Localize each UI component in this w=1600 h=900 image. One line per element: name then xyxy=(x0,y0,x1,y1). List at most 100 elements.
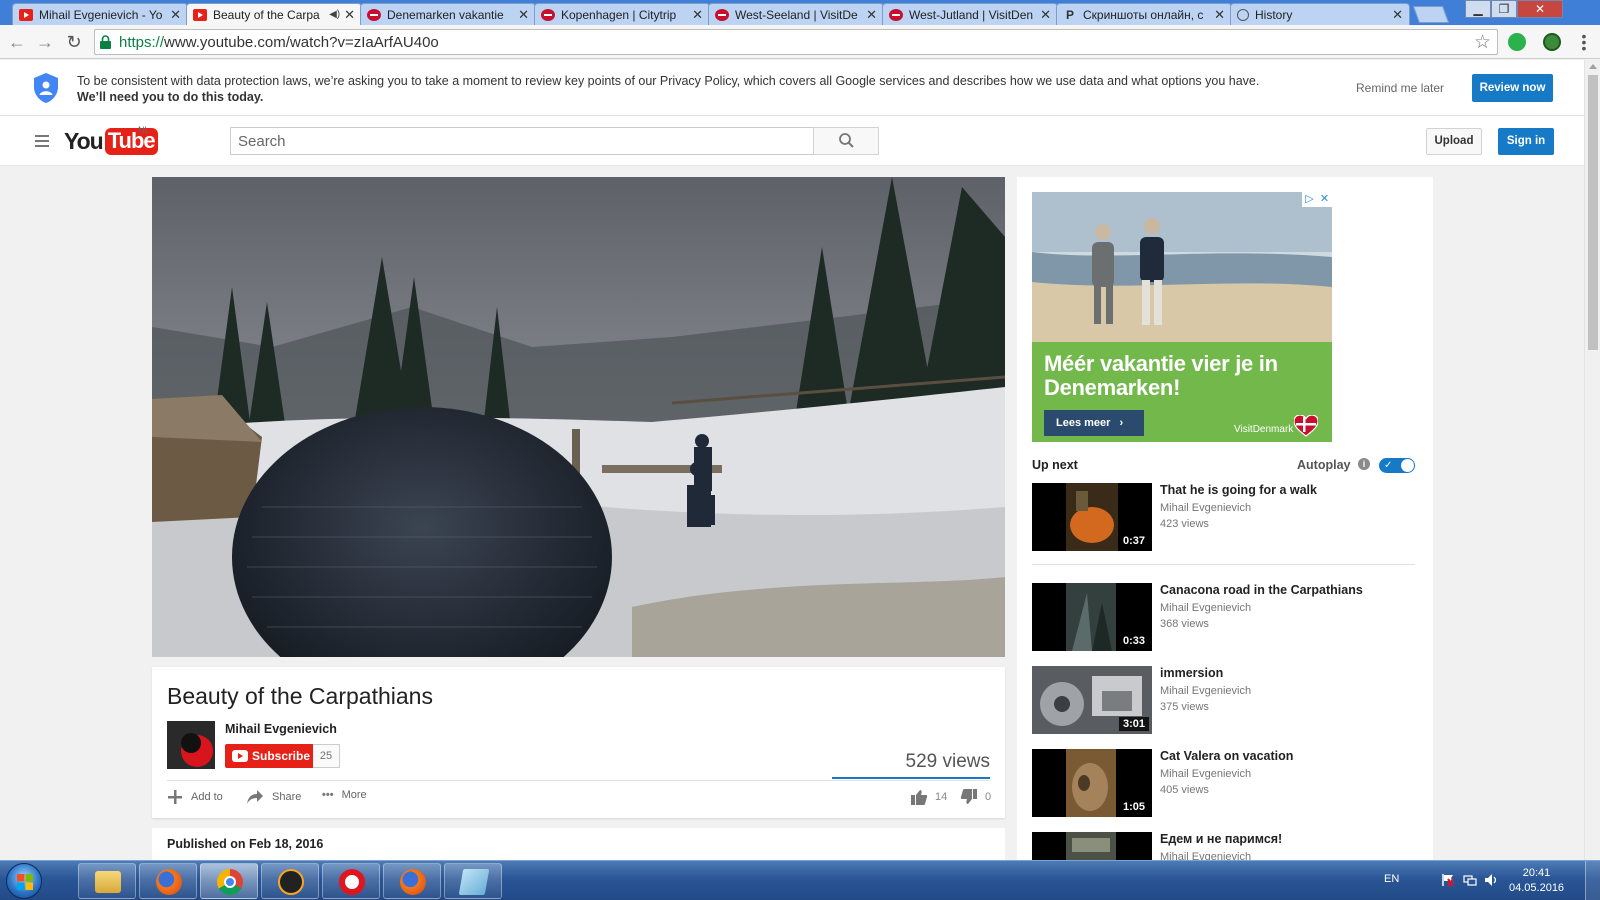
video-duration: 1:05 xyxy=(1118,800,1149,814)
video-player[interactable] xyxy=(152,177,1005,657)
recommended-video-title[interactable]: Cat Valera on vacation xyxy=(1160,749,1293,763)
hamburger-menu-icon[interactable] xyxy=(35,135,49,150)
like-ratio-bar xyxy=(832,777,990,779)
lock-icon xyxy=(100,35,111,49)
tab-title: Скриншоты онлайн, с xyxy=(1083,7,1204,22)
search-button[interactable] xyxy=(813,127,879,155)
restore-window-button[interactable]: ❐ xyxy=(1491,0,1517,18)
windows-taskbar: EN 20:41 04.05.2016 xyxy=(0,860,1600,900)
taskbar-chrome[interactable] xyxy=(200,863,258,899)
action-center-flag-icon[interactable] xyxy=(1441,873,1455,887)
subscribe-button[interactable]: Subscribe xyxy=(225,744,313,768)
browser-tab[interactable]: Mihail Evgenievich - Yo ✕ xyxy=(12,3,188,25)
info-icon[interactable]: i xyxy=(1358,458,1370,470)
taskbar-explorer[interactable] xyxy=(78,863,136,899)
upload-button[interactable]: Upload xyxy=(1426,128,1482,155)
recommended-video-views: 368 views xyxy=(1160,618,1209,630)
shield-user-icon xyxy=(34,73,58,103)
browser-menu-icon[interactable]: • • • xyxy=(1577,29,1591,55)
close-tab-icon[interactable]: ✕ xyxy=(518,7,529,23)
display-ad[interactable]: ▷ ✕ Méér vakantie vier je in Denemarken! … xyxy=(1032,192,1332,442)
recommended-video[interactable]: 1:05 Cat Valera on vacation Mihail Evgen… xyxy=(1032,749,1422,819)
add-to-button[interactable]: Add to xyxy=(167,789,223,805)
dislike-button[interactable]: 0 xyxy=(960,789,991,805)
browser-tab[interactable]: Kopenhagen | Citytrip ✕ xyxy=(534,3,710,25)
divider xyxy=(1032,564,1415,565)
network-icon[interactable] xyxy=(1463,873,1477,887)
language-indicator[interactable]: EN xyxy=(1384,873,1399,885)
search-input[interactable] xyxy=(231,128,813,154)
new-tab-button[interactable] xyxy=(1412,6,1450,23)
browser-tab[interactable]: West-Jutland | VisitDen ✕ xyxy=(882,3,1058,25)
like-button[interactable]: 14 xyxy=(910,789,947,805)
speaker-icon[interactable]: ◀) xyxy=(329,9,340,20)
ad-brand: VisitDenmark xyxy=(1234,424,1294,435)
taskbar-screenshot-app[interactable] xyxy=(444,863,502,899)
close-window-button[interactable]: ✕ xyxy=(1517,0,1563,18)
visitdenmark-heart-icon xyxy=(1294,415,1318,437)
close-tab-icon[interactable]: ✕ xyxy=(692,7,703,23)
start-button[interactable] xyxy=(6,863,42,899)
bookmark-star-icon[interactable]: ☆ xyxy=(1474,31,1491,54)
video-thumbnail[interactable]: 0:37 xyxy=(1032,483,1152,551)
channel-name-link[interactable]: Mihail Evgenievich xyxy=(225,722,337,736)
browser-tab-active[interactable]: Beauty of the Carpa ◀) ✕ xyxy=(186,3,362,25)
recommended-video[interactable]: 3:01 immersion Mihail Evgenievich 375 vi… xyxy=(1032,666,1422,736)
publish-date: Published on Feb 18, 2016 xyxy=(167,837,324,851)
taskbar-avast[interactable] xyxy=(261,863,319,899)
video-duration: 0:33 xyxy=(1118,634,1149,648)
close-tab-icon[interactable]: ✕ xyxy=(1040,7,1051,23)
sign-in-button[interactable]: Sign in xyxy=(1498,128,1554,155)
close-ad-icon[interactable]: ✕ xyxy=(1317,192,1332,207)
taskbar-opera[interactable] xyxy=(322,863,380,899)
close-tab-icon[interactable]: ✕ xyxy=(170,7,181,23)
recommended-video-title[interactable]: Canacona road in the Carpathians xyxy=(1160,583,1363,597)
browser-tab[interactable]: Denemarken vakantie ✕ xyxy=(360,3,536,25)
page-scrollbar[interactable] xyxy=(1584,60,1600,860)
close-tab-icon[interactable]: ✕ xyxy=(1214,7,1225,23)
ad-read-more-button[interactable]: Lees meer › xyxy=(1044,410,1144,436)
thumbs-up-icon xyxy=(911,790,928,805)
recommended-video-title[interactable]: Едем и не паримся! xyxy=(1160,832,1282,846)
scrollbar-thumb[interactable] xyxy=(1588,75,1598,350)
eye-extension-icon[interactable] xyxy=(1508,33,1526,51)
taskbar-firefox-2[interactable] xyxy=(383,863,441,899)
review-now-button[interactable]: Review now xyxy=(1472,74,1553,102)
subscriber-count: 25 xyxy=(313,744,340,768)
divider xyxy=(167,780,990,781)
recommended-video-title[interactable]: immersion xyxy=(1160,666,1223,680)
close-tab-icon[interactable]: ✕ xyxy=(866,7,877,23)
recommended-video[interactable]: 0:33 Canacona road in the Carpathians Mi… xyxy=(1032,583,1422,653)
autoplay-toggle[interactable]: ✓ xyxy=(1379,458,1415,473)
taskbar-firefox[interactable] xyxy=(139,863,197,899)
share-button[interactable]: Share xyxy=(246,789,301,805)
video-duration: 0:37 xyxy=(1118,534,1149,548)
more-button[interactable]: ••• More xyxy=(322,789,367,801)
recommended-video[interactable]: 0:37 That he is going for a walk Mihail … xyxy=(1032,483,1422,553)
share-arrow-icon xyxy=(247,790,263,804)
video-thumbnail[interactable]: 3:01 xyxy=(1032,666,1152,734)
video-thumbnail[interactable]: 1:05 xyxy=(1032,749,1152,817)
video-thumbnail[interactable]: 0:33 xyxy=(1032,583,1152,651)
address-bar[interactable]: https://www.youtube.com/watch?v=zIaArfAU… xyxy=(94,29,1498,55)
minimize-window-button[interactable]: ▁ xyxy=(1465,0,1491,18)
reload-icon[interactable]: ↻ xyxy=(63,31,85,53)
more-dots-icon: ••• xyxy=(322,789,334,801)
browser-tab[interactable]: West-Seeland | VisitDe ✕ xyxy=(708,3,884,25)
close-tab-icon[interactable]: ✕ xyxy=(344,7,355,23)
close-tab-icon[interactable]: ✕ xyxy=(1392,7,1403,23)
recommended-video[interactable]: Едем и не паримся! Mihail Evgenievich xyxy=(1032,832,1422,860)
globe-extension-icon[interactable] xyxy=(1543,33,1561,51)
adchoices-icon[interactable]: ▷ xyxy=(1302,192,1317,207)
system-clock[interactable]: 20:41 04.05.2016 xyxy=(1509,866,1564,896)
forward-arrow-icon[interactable]: → xyxy=(34,31,56,53)
browser-tab[interactable]: P Скриншоты онлайн, с ✕ xyxy=(1056,3,1232,25)
show-desktop-button[interactable] xyxy=(1585,861,1600,900)
back-arrow-icon[interactable]: ← xyxy=(6,31,28,53)
recommended-video-title[interactable]: That he is going for a walk xyxy=(1160,483,1317,497)
channel-avatar[interactable] xyxy=(167,721,215,769)
volume-icon[interactable] xyxy=(1484,873,1498,887)
remind-me-later-link[interactable]: Remind me later xyxy=(1356,81,1444,95)
video-thumbnail[interactable] xyxy=(1032,832,1152,860)
browser-tab[interactable]: History ✕ xyxy=(1230,3,1410,25)
